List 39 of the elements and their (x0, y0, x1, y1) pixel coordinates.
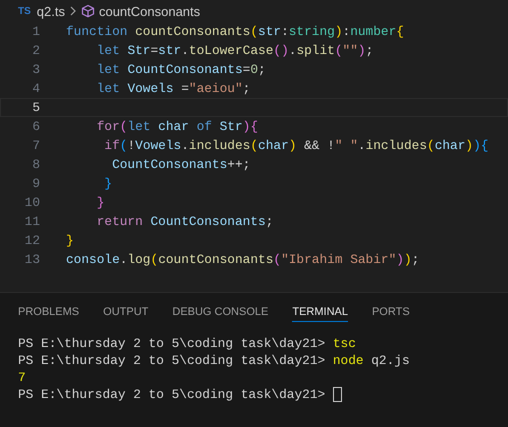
cube-icon (80, 4, 95, 18)
code-line: } (66, 233, 74, 248)
line-number: 6 (31, 119, 40, 134)
code-line: CountConsonants++; (111, 157, 250, 172)
panel-tab[interactable]: OUTPUT (103, 304, 148, 322)
code-line: return CountConsonants; (96, 214, 274, 229)
chevron-right-icon (68, 5, 77, 17)
line-number: 8 (31, 157, 40, 172)
breadcrumb-file[interactable]: q2.ts (36, 4, 65, 18)
code-line: if(!Vowels.includes(char) && !" ".includes(char)){ (103, 138, 488, 153)
code-line: let Str=str.toLowerCase().split(""); (96, 43, 374, 58)
code-line: for(let char of Str){ (96, 119, 258, 134)
line-number: 9 (31, 176, 40, 191)
line-number: 3 (31, 62, 40, 77)
line-number: 4 (31, 81, 40, 96)
breadcrumb-symbol[interactable]: countConsonants (98, 4, 200, 18)
code-line: function countConsonants(str:string):number{ (66, 24, 404, 39)
line-number: 7 (31, 138, 40, 153)
line-number: 5 (31, 100, 40, 115)
line-number: 13 (24, 252, 40, 267)
line-number: 1 (31, 24, 40, 39)
line-number: 12 (24, 233, 40, 248)
panel-tab[interactable]: DEBUG CONSOLE (172, 304, 268, 322)
code-line: } (96, 195, 104, 210)
code-line: let CountConsonants=0; (96, 62, 266, 77)
terminal-line: PS E:\thursday 2 to 5\coding task\day21> (18, 387, 326, 402)
terminal-line: PS E:\thursday 2 to 5\coding task\day21> tsc (18, 336, 356, 351)
panel-tab[interactable]: PORTS (372, 304, 410, 322)
line-number: 10 (24, 195, 40, 210)
code-line: } (103, 176, 112, 191)
panel-tab[interactable]: PROBLEMS (18, 304, 80, 322)
code-line: console.log(countConsonants("Ibrahim Sabir")); (66, 252, 420, 267)
terminal-line: 7 (18, 370, 26, 385)
line-number: 11 (24, 214, 40, 229)
line-number: 2 (31, 43, 40, 58)
panel-tab[interactable]: TERMINAL (292, 304, 348, 322)
code-line: let Vowels ="aeiou"; (96, 81, 250, 96)
typescript-file-icon: TS (18, 6, 31, 16)
terminal-line: PS E:\thursday 2 to 5\coding task\day21> node q2.js (18, 353, 410, 368)
